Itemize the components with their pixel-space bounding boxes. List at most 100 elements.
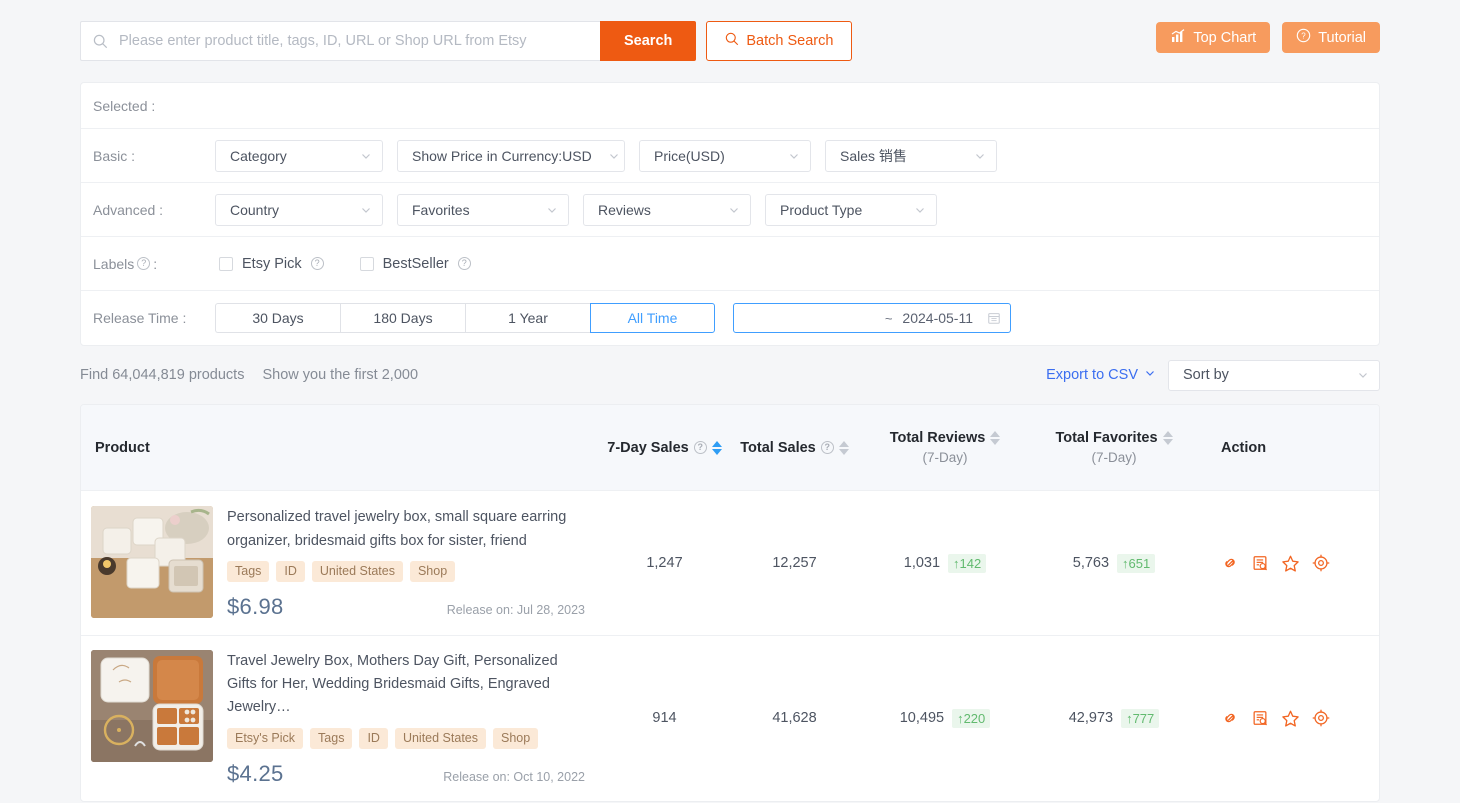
- product-tag[interactable]: ID: [276, 561, 305, 582]
- date-range-picker[interactable]: ~ 2024-05-11: [733, 303, 1011, 333]
- favorites-select[interactable]: Favorites: [397, 194, 569, 226]
- column-header-action-label: Action: [1221, 440, 1266, 456]
- search-input[interactable]: [117, 32, 588, 50]
- checkbox-box[interactable]: [219, 257, 233, 271]
- release-time-segmented: 30 Days 180 Days 1 Year All Time: [215, 303, 715, 333]
- product-tag[interactable]: Shop: [410, 561, 455, 582]
- search-button[interactable]: Search: [600, 21, 696, 61]
- bestseller-checkbox[interactable]: BestSeller ?: [360, 256, 471, 272]
- help-icon[interactable]: ?: [137, 257, 150, 270]
- total-favorites-delta: ↑651: [1117, 554, 1155, 573]
- product-tags: Tags ID United States Shop: [227, 561, 591, 582]
- target-icon[interactable]: [1312, 554, 1330, 572]
- tutorial-button[interactable]: ? Tutorial: [1282, 22, 1380, 53]
- sort-by-select[interactable]: Sort by: [1168, 360, 1380, 391]
- product-thumbnail[interactable]: [91, 650, 213, 762]
- column-header-total-sales-label: Total Sales: [740, 440, 815, 456]
- reviews-select[interactable]: Reviews: [583, 194, 751, 226]
- help-icon[interactable]: ?: [821, 441, 834, 454]
- column-header-total-favorites[interactable]: Total Favorites (7-Day): [1029, 430, 1199, 465]
- release-option-30-days[interactable]: 30 Days: [215, 303, 340, 333]
- release-option-1-year[interactable]: 1 Year: [465, 303, 590, 333]
- currency-select[interactable]: Show Price in Currency:USD: [397, 140, 625, 172]
- sort-toggle-total-favorites[interactable]: [1163, 431, 1173, 445]
- etsy-pick-checkbox[interactable]: Etsy Pick ?: [219, 256, 324, 272]
- chevron-down-icon: [360, 204, 372, 216]
- total-reviews-value: 1,031: [904, 555, 940, 571]
- link-icon[interactable]: [1221, 709, 1239, 727]
- help-icon[interactable]: ?: [311, 257, 324, 270]
- seven-day-sales-value: 914: [601, 710, 728, 726]
- document-search-icon[interactable]: [1251, 554, 1269, 572]
- release-time-label: Release Time :: [93, 310, 215, 326]
- sort-by-label: Sort by: [1183, 367, 1229, 383]
- price-select-label: Price(USD): [654, 148, 725, 164]
- sort-toggle-seven-day-sales[interactable]: [712, 441, 722, 455]
- help-icon[interactable]: ?: [694, 441, 707, 454]
- chevron-down-icon: [546, 204, 558, 216]
- magnifier-icon: [725, 32, 739, 50]
- total-reviews-cell: 10,495 ↑220: [861, 709, 1029, 728]
- chevron-down-icon: [728, 204, 740, 216]
- column-header-seven-day-sales[interactable]: 7-Day Sales ?: [601, 440, 728, 456]
- favorites-select-label: Favorites: [412, 202, 470, 218]
- currency-select-label: Show Price in Currency:USD: [412, 148, 592, 164]
- product-tag[interactable]: Shop: [493, 728, 538, 749]
- product-type-select[interactable]: Product Type: [765, 194, 937, 226]
- product-price: $6.98: [227, 594, 284, 620]
- help-icon[interactable]: ?: [458, 257, 471, 270]
- header-actions: Top Chart ? Tutorial: [1156, 22, 1380, 53]
- product-tag[interactable]: ID: [359, 728, 388, 749]
- chevron-down-icon: [788, 150, 800, 162]
- basic-label: Basic :: [93, 148, 215, 164]
- total-reviews-delta: ↑220: [952, 709, 990, 728]
- search-box[interactable]: [80, 21, 600, 61]
- target-icon[interactable]: [1312, 709, 1330, 727]
- sort-toggle-total-sales[interactable]: [839, 441, 849, 455]
- chevron-down-icon: [608, 150, 620, 162]
- action-cell: [1199, 554, 1379, 573]
- total-reviews-delta: ↑142: [948, 554, 986, 573]
- product-tag[interactable]: United States: [312, 561, 403, 582]
- country-select[interactable]: Country: [215, 194, 383, 226]
- seven-day-sales-value: 1,247: [601, 555, 728, 571]
- link-icon[interactable]: [1221, 554, 1239, 572]
- labels-row: Labels ? : Etsy Pick ? BestSeller ?: [81, 237, 1379, 291]
- batch-search-button[interactable]: Batch Search: [706, 21, 852, 61]
- sort-toggle-total-reviews[interactable]: [990, 431, 1000, 445]
- category-select[interactable]: Category: [215, 140, 383, 172]
- chevron-down-icon: [1144, 367, 1156, 383]
- product-title[interactable]: Travel Jewelry Box, Mothers Day Gift, Pe…: [227, 650, 591, 720]
- checkbox-box[interactable]: [360, 257, 374, 271]
- star-icon[interactable]: [1281, 709, 1300, 728]
- tutorial-label: Tutorial: [1318, 30, 1366, 46]
- selected-label: Selected :: [93, 98, 215, 114]
- product-tag[interactable]: United States: [395, 728, 486, 749]
- product-tag[interactable]: Tags: [310, 728, 352, 749]
- star-icon[interactable]: [1281, 554, 1300, 573]
- top-chart-button[interactable]: Top Chart: [1156, 22, 1270, 53]
- release-option-all-time[interactable]: All Time: [590, 303, 715, 333]
- results-count: Find 64,044,819 products: [80, 367, 244, 383]
- product-title[interactable]: Personalized travel jewelry box, small s…: [227, 506, 591, 552]
- products-table: Product 7-Day Sales ? Total Sales ? Tota…: [80, 404, 1380, 802]
- top-chart-label: Top Chart: [1193, 30, 1256, 46]
- total-reviews-value: 10,495: [900, 710, 944, 726]
- product-tag[interactable]: Tags: [227, 561, 269, 582]
- question-circle-icon: ?: [1296, 28, 1311, 47]
- product-info: Personalized travel jewelry box, small s…: [227, 506, 591, 619]
- product-cell: Travel Jewelry Box, Mothers Day Gift, Pe…: [81, 636, 601, 801]
- column-header-action: Action: [1199, 440, 1379, 456]
- table-row: Personalized travel jewelry box, small s…: [81, 491, 1379, 636]
- total-favorites-value: 42,973: [1069, 710, 1113, 726]
- export-csv-button[interactable]: Export to CSV: [1046, 367, 1156, 383]
- release-option-180-days[interactable]: 180 Days: [340, 303, 465, 333]
- column-header-total-reviews[interactable]: Total Reviews (7-Day): [861, 430, 1029, 465]
- column-header-total-sales[interactable]: Total Sales ?: [728, 440, 861, 456]
- product-tag[interactable]: Etsy's Pick: [227, 728, 303, 749]
- sales-select[interactable]: Sales 销售: [825, 140, 997, 172]
- product-thumbnail[interactable]: [91, 506, 213, 618]
- price-select[interactable]: Price(USD): [639, 140, 811, 172]
- chevron-down-icon: [360, 150, 372, 162]
- document-search-icon[interactable]: [1251, 709, 1269, 727]
